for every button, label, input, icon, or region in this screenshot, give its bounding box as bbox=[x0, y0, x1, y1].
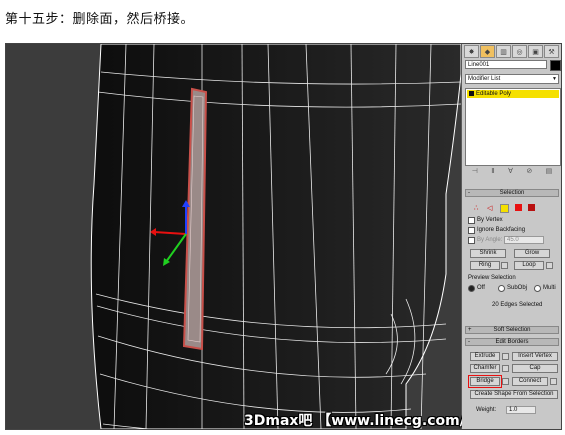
modify-tab-icon[interactable]: ◆ bbox=[480, 45, 495, 58]
create-shape-button[interactable]: Create Shape From Selection bbox=[470, 390, 558, 399]
checkbox[interactable] bbox=[468, 226, 475, 234]
selection-rollout-header[interactable]: - Selection bbox=[465, 189, 559, 197]
configure-sets-icon[interactable]: ▤ bbox=[546, 167, 553, 177]
preview-subobj-label: SubObj bbox=[507, 285, 528, 291]
radio-button[interactable] bbox=[498, 284, 505, 292]
modifier-stack: Editable Poly bbox=[465, 88, 561, 166]
object-color-swatch[interactable] bbox=[550, 60, 561, 71]
modifier-list-dropdown[interactable]: Modifier List ▼ bbox=[465, 74, 559, 84]
utilities-tab-icon[interactable]: ⚒ bbox=[544, 45, 559, 58]
ignore-backfacing-label: Ignore Backfacing bbox=[477, 227, 526, 233]
cylinder-mesh bbox=[6, 44, 461, 429]
object-name-field[interactable]: Line001 bbox=[465, 60, 547, 69]
soft-selection-rollout-header[interactable]: + Soft Selection bbox=[465, 326, 559, 334]
weight-spinner[interactable]: 1.0 bbox=[506, 406, 536, 414]
subobject-icons: ∴ ◁ bbox=[474, 204, 535, 213]
vertex-mode-icon[interactable]: ∴ bbox=[474, 204, 481, 212]
extrude-settings-button[interactable] bbox=[502, 353, 509, 360]
by-angle-option[interactable]: By Angle: bbox=[468, 236, 502, 244]
checkbox[interactable] bbox=[468, 216, 475, 224]
radio-button[interactable] bbox=[534, 284, 541, 292]
motion-tab-icon[interactable]: ◎ bbox=[512, 45, 527, 58]
ring-spinner[interactable] bbox=[501, 262, 508, 269]
weight-label: Weight: bbox=[476, 407, 497, 413]
element-mode-icon[interactable] bbox=[528, 204, 535, 211]
checkbox[interactable] bbox=[468, 236, 475, 244]
chamfer-settings-button[interactable] bbox=[502, 365, 509, 372]
loop-spinner[interactable] bbox=[546, 262, 553, 269]
ignore-backfacing-option[interactable]: Ignore Backfacing bbox=[468, 226, 525, 234]
polygon-mode-icon[interactable] bbox=[515, 204, 522, 211]
show-end-result-icon[interactable]: Ⅱ bbox=[491, 167, 494, 177]
selection-rollout-label: Selection bbox=[499, 190, 525, 196]
command-tabs: ✸ ◆ ▥ ◎ ▣ ⚒ bbox=[464, 45, 559, 58]
preview-selection-label: Preview Selection bbox=[468, 275, 516, 281]
edge-mode-icon[interactable]: ◁ bbox=[487, 204, 494, 212]
stack-item-label: Editable Poly bbox=[476, 91, 512, 97]
display-tab-icon[interactable]: ▣ bbox=[528, 45, 543, 58]
chamfer-button[interactable]: Chamfer bbox=[470, 364, 500, 373]
preview-off-label: Off bbox=[477, 285, 485, 291]
connect-settings-button[interactable] bbox=[550, 378, 557, 385]
command-panel: ✸ ◆ ▥ ◎ ▣ ⚒ Line001 Modifier List ▼ Edita… bbox=[462, 44, 561, 429]
lightbulb-icon bbox=[469, 91, 474, 96]
loop-button[interactable]: Loop bbox=[514, 261, 544, 270]
viewport-perspective[interactable]: 3Dmax吧 【www.linecg.com/tieba/1771】 bbox=[6, 44, 561, 429]
border-mode-icon[interactable] bbox=[500, 204, 509, 213]
by-angle-label: By Angle: bbox=[477, 237, 503, 243]
create-tab-icon[interactable]: ✸ bbox=[464, 45, 479, 58]
cap-button[interactable]: Cap bbox=[512, 364, 558, 373]
angle-spinner[interactable]: 45.0 bbox=[504, 236, 544, 244]
ring-button[interactable]: Ring bbox=[470, 261, 500, 270]
selection-info: 20 Edges Selected bbox=[492, 302, 543, 308]
step-caption: 第十五步：删除面，然后桥接。 bbox=[5, 12, 195, 27]
pin-stack-icon[interactable]: ⊣ bbox=[472, 167, 478, 177]
chevron-down-icon: ▼ bbox=[552, 76, 557, 82]
soft-selection-label: Soft Selection bbox=[493, 327, 531, 333]
stack-toolbar: ⊣ Ⅱ ∀ ⊘ ▤ bbox=[465, 167, 559, 177]
bridge-settings-button[interactable] bbox=[502, 378, 509, 385]
edit-borders-label: Edit Borders bbox=[495, 339, 529, 345]
preview-off-option[interactable]: Off bbox=[468, 284, 485, 292]
remove-modifier-icon[interactable]: ⊘ bbox=[526, 167, 532, 177]
extrude-button[interactable]: Extrude bbox=[470, 352, 500, 361]
preview-subobj-option[interactable]: SubObj bbox=[498, 284, 527, 292]
stack-item-editable-poly[interactable]: Editable Poly bbox=[467, 90, 559, 98]
max-screenshot: 3Dmax吧 【www.linecg.com/tieba/1771】 ✸ ◆ ▥… bbox=[5, 43, 562, 430]
radio-button[interactable] bbox=[468, 284, 475, 292]
bridge-button[interactable]: Bridge bbox=[468, 375, 502, 388]
modifier-list-label: Modifier List bbox=[468, 76, 501, 82]
preview-multi-label: Multi bbox=[543, 285, 556, 291]
by-vertex-option[interactable]: By Vertex bbox=[468, 216, 503, 224]
insert-vertex-button[interactable]: Insert Vertex bbox=[512, 352, 558, 361]
connect-button[interactable]: Connect bbox=[512, 377, 548, 386]
make-unique-icon[interactable]: ∀ bbox=[508, 167, 513, 177]
preview-multi-option[interactable]: Multi bbox=[534, 284, 556, 292]
shrink-button[interactable]: Shrink bbox=[470, 249, 506, 258]
edit-borders-rollout-header[interactable]: - Edit Borders bbox=[465, 338, 559, 346]
by-vertex-label: By Vertex bbox=[477, 217, 503, 223]
hierarchy-tab-icon[interactable]: ▥ bbox=[496, 45, 511, 58]
grow-button[interactable]: Grow bbox=[514, 249, 550, 258]
